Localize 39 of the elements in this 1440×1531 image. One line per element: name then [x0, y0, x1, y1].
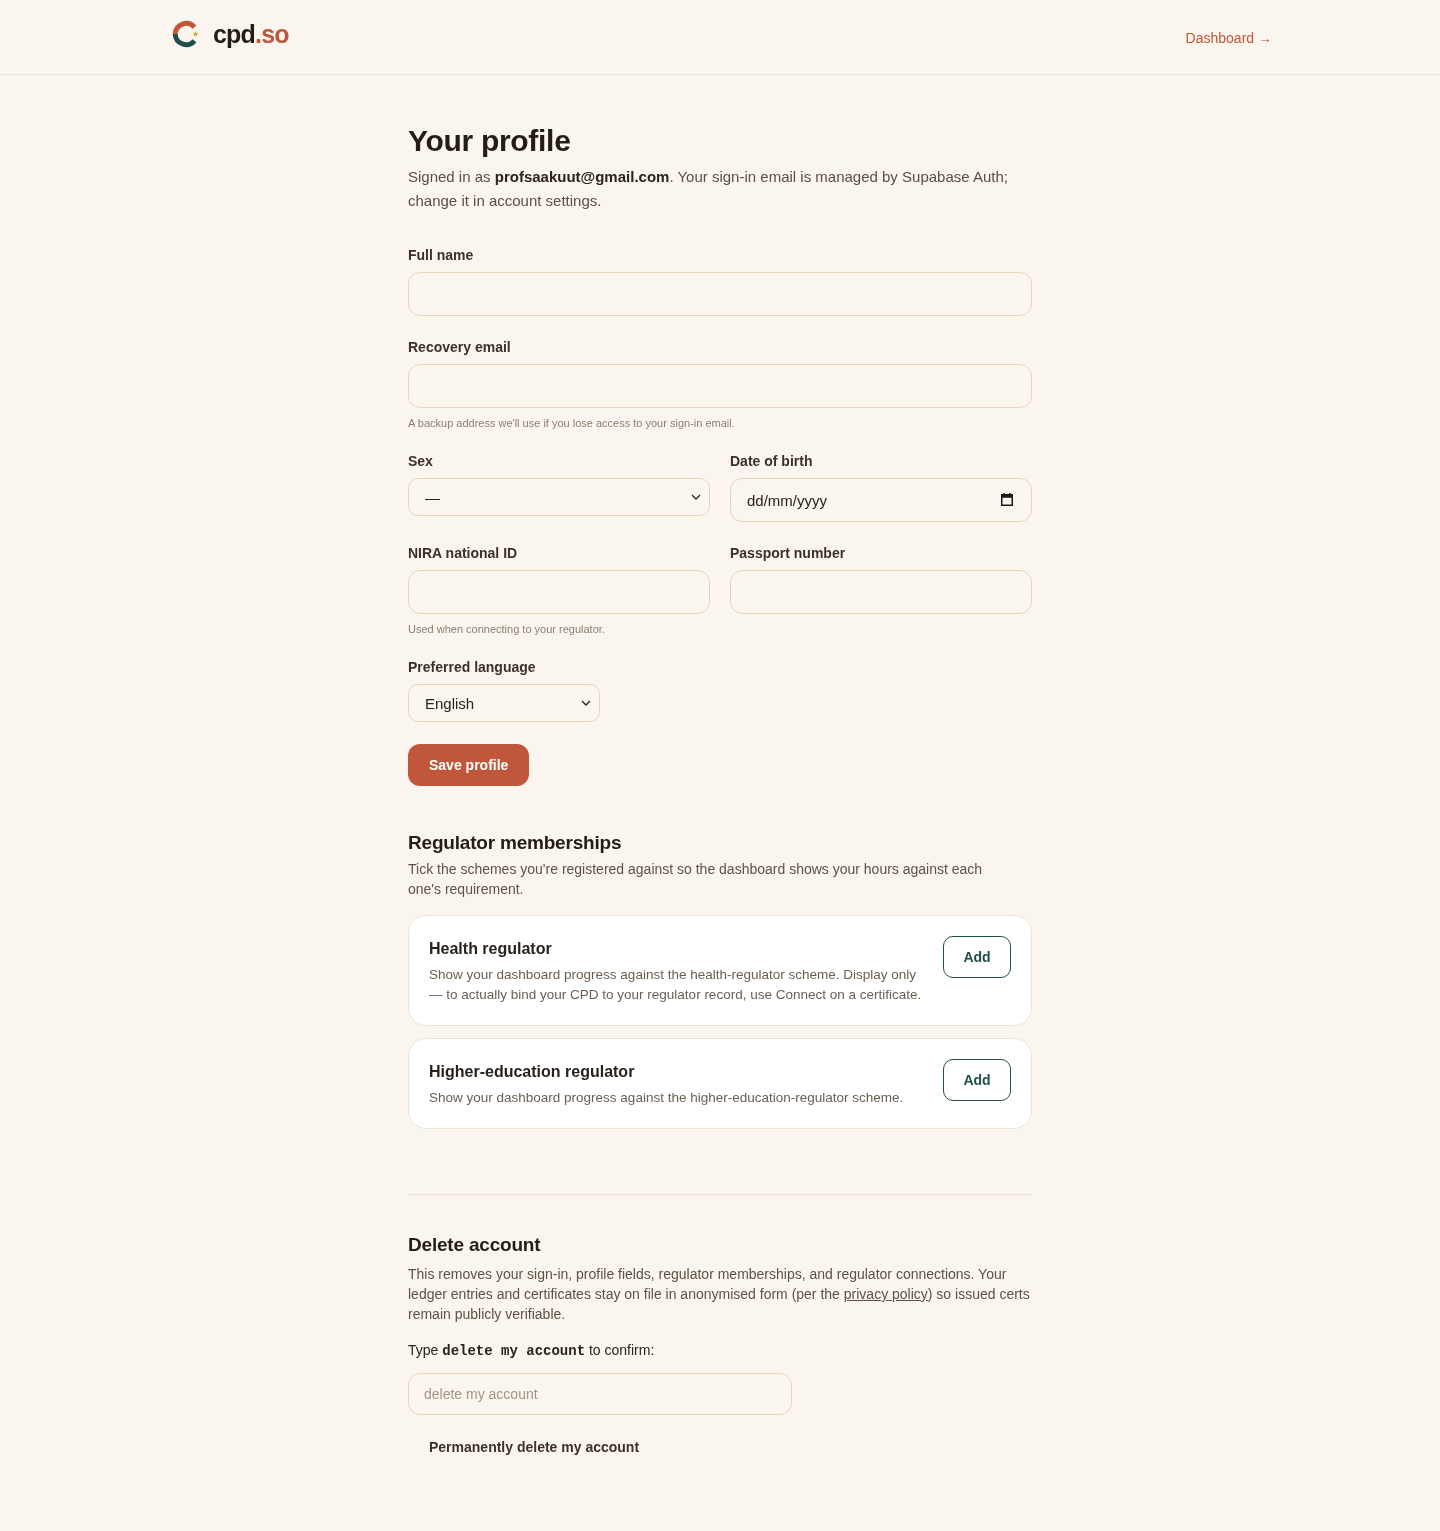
page-title: Your profile	[408, 123, 572, 159]
date-input[interactable]: dd/mm/yyyy	[730, 478, 1032, 522]
field-label: NIRA national ID	[408, 544, 519, 562]
confirm-instruction: Type delete my account to confirm:	[408, 1341, 656, 1361]
section-heading: Delete account	[408, 1233, 542, 1257]
chevron-down-icon	[581, 700, 591, 706]
chevron-down-icon	[691, 494, 701, 500]
text-input[interactable]	[408, 570, 710, 614]
text-input[interactable]	[730, 570, 1032, 614]
field-label: Sex	[408, 452, 434, 470]
intro-text: Signed in as profsaakuut@gmail.com. Your sign-in email is managed by Supabase Auth; change it in account settings.	[408, 167, 1009, 211]
select-field[interactable]: —	[408, 478, 710, 516]
save-profile-button[interactable]: Save profile	[408, 744, 530, 786]
section-heading: Regulator memberships	[408, 831, 623, 855]
calendar-icon[interactable]	[1001, 493, 1013, 506]
logo-wordmark: cpd.so	[213, 19, 289, 49]
regulator-name: Health regulator	[429, 939, 553, 959]
field-hint: A backup address we'll use if you lose access to your sign-in email.	[408, 416, 736, 430]
regulator-description: Show your dashboard progress against the health-regulator scheme. Display only — to actually bind your CPD to your regulator record, use Connect on a certificate.	[429, 966, 923, 1004]
regulator-name: Higher-education regulator	[429, 1062, 636, 1082]
add-button[interactable]: Add	[943, 1059, 1011, 1101]
dashboard-link[interactable]: Dashboard →	[1185, 30, 1272, 46]
section-description: Tick the schemes you're registered against so the dashboard shows your hours against each one's requirement.	[408, 860, 984, 899]
text-input[interactable]	[408, 272, 1032, 316]
field-label: Passport number	[730, 544, 847, 562]
logo-icon	[172, 20, 200, 48]
language-select[interactable]: English	[408, 684, 600, 722]
field-label: Preferred language	[408, 658, 537, 676]
field-label: Full name	[408, 246, 475, 264]
field-label: Date of birth	[730, 452, 814, 470]
regulator-description: Show your dashboard progress against the higher-education-regulator scheme.	[429, 1089, 905, 1107]
delete-account-button[interactable]: Permanently delete my account	[408, 1429, 661, 1465]
field-hint: Used when connecting to your regulator.	[408, 622, 606, 636]
privacy-policy-link[interactable]: privacy policy	[843, 1286, 928, 1302]
delete-account-description: This removes your sign-in, profile fields, regulator memberships, and regulator connections. Your ledger entries and certificates stay on file in anonymised form (per the privacy policy) so issued certs remain publicly verifiable.	[408, 1265, 1031, 1324]
add-button[interactable]: Add	[943, 936, 1011, 978]
text-input[interactable]	[408, 364, 1032, 408]
confirm-input[interactable]: delete my account	[408, 1373, 792, 1415]
field-label: Recovery email	[408, 338, 512, 356]
